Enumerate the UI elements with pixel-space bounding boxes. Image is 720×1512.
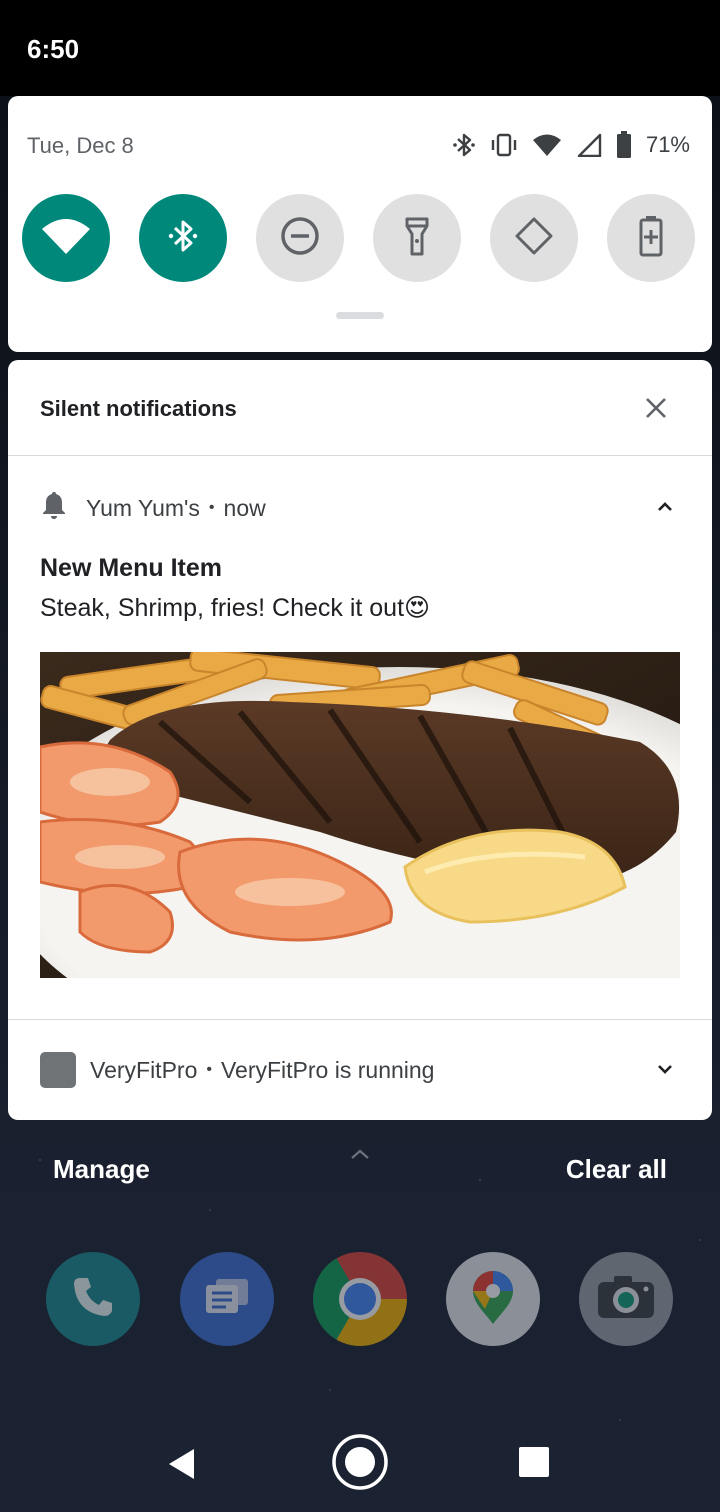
bluetooth-icon: [452, 131, 476, 159]
app-name: Yum Yum's: [86, 494, 200, 521]
heart-eyes-emoji: 😍: [404, 594, 431, 622]
bluetooth-icon: [165, 216, 201, 261]
notification-text: VeryFitPro is running: [220, 1056, 435, 1083]
recents-icon: [518, 1446, 550, 1483]
recents-button[interactable]: [514, 1444, 554, 1484]
chrome-icon: [339, 1278, 381, 1320]
drag-handle[interactable]: [336, 312, 384, 319]
dock: [0, 1252, 720, 1348]
section-title: Silent notifications: [40, 396, 237, 421]
do-not-disturb-tile[interactable]: [256, 194, 344, 282]
app-name: VeryFitPro: [90, 1056, 198, 1083]
messages-icon: [202, 1275, 252, 1324]
battery-icon: [616, 131, 632, 159]
collapse-button[interactable]: [649, 492, 681, 524]
dismiss-silent-button[interactable]: [636, 390, 676, 430]
camera-icon: [596, 1274, 656, 1325]
chevron-down-icon: [657, 1061, 673, 1079]
notification-body: Steak, Shrimp, fries! Check it out 😍: [40, 593, 430, 623]
chrome-app[interactable]: [313, 1252, 407, 1346]
auto-rotate-icon: [513, 215, 555, 262]
flashlight-tile[interactable]: [373, 194, 461, 282]
navigation-bar: [0, 1420, 720, 1512]
maps-pin-icon: [471, 1269, 515, 1330]
notification-panel: Silent notifications Yum Yum's • now New…: [8, 360, 712, 1120]
manage-button[interactable]: Manage: [53, 1154, 150, 1185]
flashlight-icon: [402, 216, 432, 261]
bluetooth-tile[interactable]: [139, 194, 227, 282]
battery-saver-tile[interactable]: [607, 194, 695, 282]
home-icon: [331, 1433, 389, 1496]
maps-app[interactable]: [446, 1252, 540, 1346]
notification-text: Steak, Shrimp, fries! Check it out: [40, 593, 405, 622]
cell-signal-icon: [576, 133, 602, 157]
quick-tiles-row: [22, 194, 702, 282]
notification-image: [40, 652, 680, 978]
do-not-disturb-icon: [280, 216, 320, 261]
divider: [8, 1019, 712, 1020]
chevron-up-icon: [657, 499, 673, 517]
separator-dot: •: [208, 499, 215, 516]
vibrate-icon: [490, 133, 518, 157]
back-button[interactable]: [160, 1444, 204, 1488]
notification-header: VeryFitPro • VeryFitPro is running: [40, 1050, 434, 1090]
wifi-tile[interactable]: [22, 194, 110, 282]
notification-time: now: [223, 494, 266, 521]
messages-app[interactable]: [180, 1252, 274, 1346]
app-icon: [40, 1052, 76, 1088]
chevron-up-icon: [348, 1146, 372, 1167]
wifi-icon: [41, 217, 91, 260]
battery-saver-icon: [638, 215, 664, 262]
camera-app[interactable]: [579, 1252, 673, 1346]
battery-percent: 71%: [645, 132, 690, 157]
phone-app[interactable]: [46, 1252, 140, 1346]
home-button[interactable]: [330, 1433, 390, 1496]
separator-dot: •: [206, 1061, 212, 1078]
clock: 6:50: [27, 34, 80, 64]
notification-header: Yum Yum's • now: [40, 488, 266, 528]
back-icon: [166, 1447, 198, 1486]
notification-title: New Menu Item: [40, 554, 222, 582]
phone-icon: [70, 1274, 116, 1325]
status-bar: 6:50: [0, 0, 720, 96]
quick-settings-panel: Tue, Dec 8 71%: [8, 96, 712, 352]
date-label[interactable]: Tue, Dec 8: [27, 133, 134, 159]
bell-icon: [40, 490, 68, 526]
status-icons: 71%: [452, 130, 690, 160]
auto-rotate-tile[interactable]: [490, 194, 578, 282]
clear-all-button[interactable]: Clear all: [566, 1154, 667, 1185]
close-icon: [645, 397, 667, 424]
expand-button[interactable]: [649, 1054, 681, 1086]
wifi-signal-icon: [532, 133, 562, 157]
silent-section-header: Silent notifications: [8, 360, 712, 456]
